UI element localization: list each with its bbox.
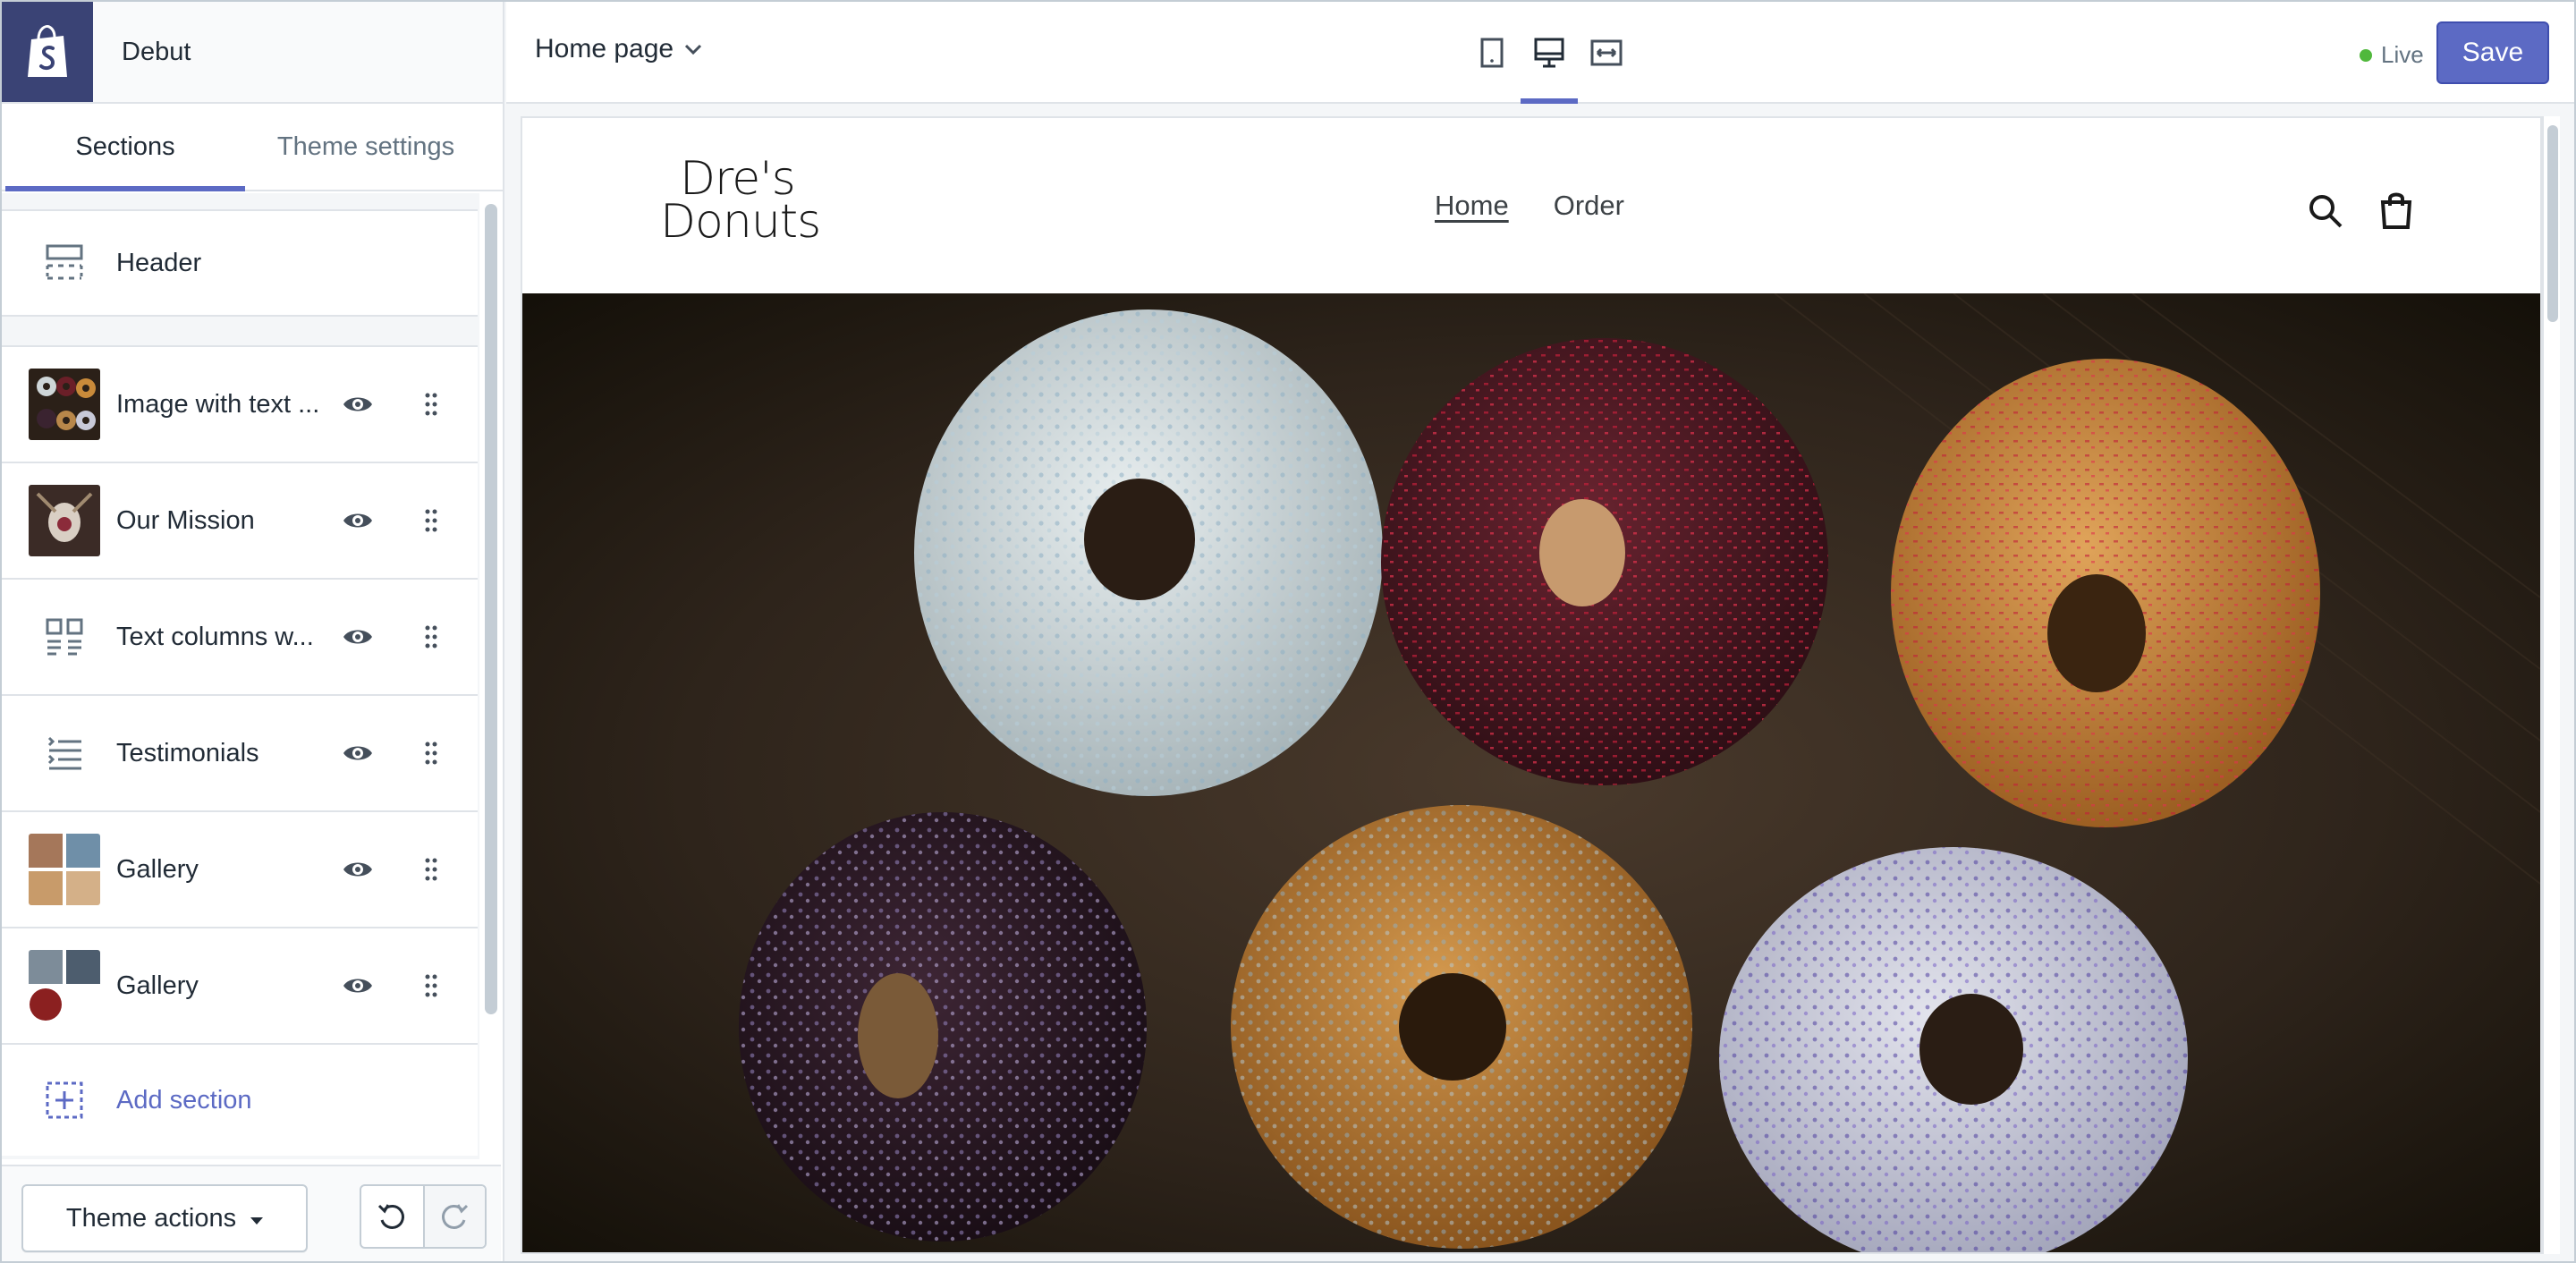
sections-group: Image with text ... Our Mission Text col… bbox=[2, 345, 478, 1156]
sidebar-scrollbar-thumb[interactable] bbox=[485, 204, 497, 1014]
store-logo[interactable]: Dre's Donuts bbox=[660, 152, 821, 249]
sidebar-item-label: Testimonials bbox=[116, 738, 259, 767]
sidebar-item-gallery[interactable]: Gallery bbox=[2, 812, 478, 928]
section-list: Header Image with text ... Our Mission T… bbox=[2, 193, 479, 1159]
eye-icon[interactable] bbox=[342, 508, 374, 533]
mobile-icon bbox=[1480, 38, 1504, 68]
undo-icon bbox=[378, 1204, 405, 1229]
hero-image bbox=[522, 292, 2540, 1252]
drag-handle-icon[interactable] bbox=[424, 973, 438, 998]
donuts-thumbnail bbox=[29, 369, 100, 440]
theme-actions-button[interactable]: Theme actions bbox=[21, 1184, 308, 1252]
theme-actions-label: Theme actions bbox=[65, 1203, 237, 1233]
fullscreen-view-button[interactable] bbox=[1578, 2, 1635, 104]
gallery-thumbnail bbox=[29, 950, 100, 1021]
nav-link-order[interactable]: Order bbox=[1554, 190, 1624, 222]
store-header: Dre's Donuts Home Order bbox=[522, 118, 2540, 293]
device-toggle bbox=[1463, 2, 1635, 104]
add-section-icon bbox=[29, 1064, 100, 1136]
shopify-logo-button[interactable] bbox=[2, 2, 93, 102]
gallery-thumbnail bbox=[29, 834, 100, 905]
sidebar-item-text-columns[interactable]: Text columns w... bbox=[2, 580, 478, 696]
sidebar-item-testimonials[interactable]: Testimonials bbox=[2, 696, 478, 812]
donuts-photo bbox=[522, 292, 2540, 1252]
add-section-button[interactable]: Add section bbox=[2, 1045, 478, 1156]
tab-sections[interactable]: Sections bbox=[5, 104, 245, 191]
store-preview[interactable]: Dre's Donuts Home Order bbox=[521, 116, 2542, 1254]
eye-icon[interactable] bbox=[342, 392, 374, 417]
text-columns-icon bbox=[29, 601, 100, 673]
desktop-view-button[interactable] bbox=[1521, 2, 1578, 104]
sidebar-item-our-mission[interactable]: Our Mission bbox=[2, 463, 478, 580]
drag-handle-icon[interactable] bbox=[424, 741, 438, 766]
sidebar-item-label: Header bbox=[116, 248, 202, 277]
drag-handle-icon[interactable] bbox=[424, 857, 438, 882]
live-dot-icon bbox=[2360, 48, 2372, 62]
sidebar-item-header[interactable]: Header bbox=[2, 209, 478, 317]
mobile-view-button[interactable] bbox=[1463, 2, 1521, 104]
shopify-bag-icon bbox=[28, 25, 67, 77]
theme-name: Debut bbox=[122, 37, 191, 66]
desktop-icon bbox=[1534, 38, 1564, 68]
redo-icon bbox=[442, 1204, 469, 1229]
save-button[interactable]: Save bbox=[2436, 21, 2549, 84]
undo-redo-group bbox=[360, 1184, 487, 1249]
store-nav: Home Order bbox=[1435, 190, 1624, 222]
theme-editor: Debut Sections Theme settings Header Ima… bbox=[0, 0, 2576, 1263]
caret-down-icon bbox=[250, 1217, 264, 1225]
sidebar-item-image-with-text[interactable]: Image with text ... bbox=[2, 347, 478, 463]
drag-handle-icon[interactable] bbox=[424, 392, 438, 417]
eye-icon[interactable] bbox=[342, 741, 374, 766]
page-selector[interactable]: Home page bbox=[535, 34, 702, 64]
live-status: Live bbox=[2360, 41, 2424, 69]
header-layout-icon bbox=[29, 227, 100, 299]
eye-icon[interactable] bbox=[342, 624, 374, 649]
sidebar-footer: Theme actions bbox=[2, 1165, 501, 1261]
search-icon[interactable] bbox=[2308, 193, 2343, 229]
tab-theme-settings[interactable]: Theme settings bbox=[245, 104, 487, 190]
drag-handle-icon[interactable] bbox=[424, 508, 438, 533]
page-selector-label: Home page bbox=[535, 34, 674, 64]
live-status-label: Live bbox=[2381, 41, 2424, 68]
sidebar-item-gallery[interactable]: Gallery bbox=[2, 928, 478, 1045]
add-section-label: Add section bbox=[116, 1085, 252, 1115]
store-logo-line2: Donuts bbox=[660, 195, 821, 249]
sidebar-item-label: Gallery bbox=[116, 854, 199, 884]
brand-bar: Debut bbox=[2, 2, 503, 104]
store-logo-line1: Dre's bbox=[680, 152, 796, 206]
sidebar: Debut Sections Theme settings Header Ima… bbox=[2, 2, 504, 1261]
undo-button[interactable] bbox=[361, 1186, 423, 1247]
sidebar-item-label: Image with text ... bbox=[116, 389, 320, 419]
sidebar-item-label: Text columns w... bbox=[116, 622, 314, 651]
chevron-down-icon bbox=[685, 44, 702, 55]
preview-scrollbar-thumb[interactable] bbox=[2547, 125, 2558, 322]
sidebar-item-label: Gallery bbox=[116, 971, 199, 1000]
eye-icon[interactable] bbox=[342, 857, 374, 882]
cart-icon[interactable] bbox=[2379, 190, 2413, 229]
redo-button[interactable] bbox=[422, 1186, 485, 1247]
nav-link-home[interactable]: Home bbox=[1435, 190, 1509, 222]
testimonials-icon bbox=[29, 717, 100, 789]
preview-area: Dre's Donuts Home Order bbox=[506, 106, 2574, 1261]
sidebar-tabs: Sections Theme settings bbox=[2, 104, 503, 191]
fullscreen-icon bbox=[1590, 39, 1623, 66]
drag-handle-icon[interactable] bbox=[424, 624, 438, 649]
top-bar: Home page Live Save bbox=[506, 2, 2574, 104]
eye-icon[interactable] bbox=[342, 973, 374, 998]
mission-thumbnail bbox=[29, 485, 100, 556]
sidebar-item-label: Our Mission bbox=[116, 505, 255, 535]
